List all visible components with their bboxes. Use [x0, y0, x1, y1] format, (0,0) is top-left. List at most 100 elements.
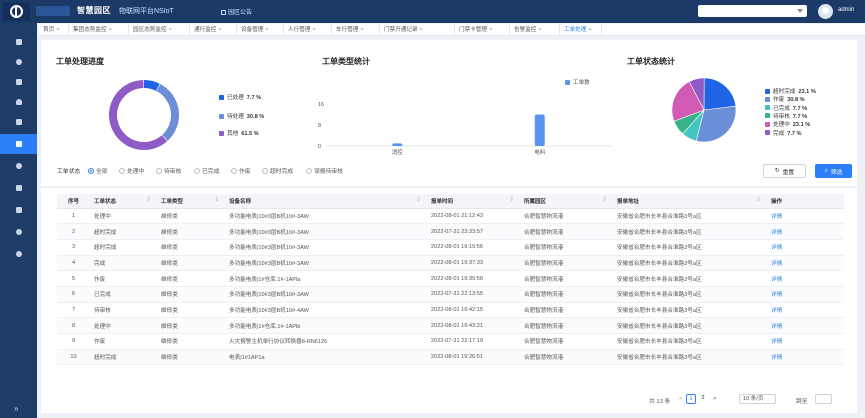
radio-processing[interactable]: 处理中	[119, 166, 144, 175]
radio-overdue[interactable]: 超时完成	[262, 166, 293, 175]
tab-home[interactable]: 首页 ×	[39, 24, 69, 36]
table-cell: 多功能电表|10#3层B机10#-3AW	[225, 286, 427, 303]
radio-pending-review[interactable]: 待审核	[156, 166, 181, 175]
pager-next[interactable]: >	[713, 396, 716, 402]
type-bar-chart: 16 8 0 消控 电料	[318, 102, 611, 156]
column-header[interactable]: 报单地址 ⇕	[613, 194, 767, 209]
close-icon[interactable]: ×	[420, 27, 423, 33]
sort-icon[interactable]: ⇕	[509, 197, 514, 203]
tab-pedestrian[interactable]: 人行管理 ×	[284, 24, 332, 36]
card-icon	[15, 185, 22, 191]
sidebar-item-favorite[interactable]	[0, 72, 37, 92]
sidebar-item-devices[interactable]	[0, 200, 37, 220]
detail-link[interactable]: 详情	[767, 239, 844, 256]
refresh-icon: ↻	[774, 168, 780, 174]
close-icon[interactable]: ×	[489, 27, 492, 33]
detail-link[interactable]: 详情	[767, 349, 844, 366]
sidebar-item-cards[interactable]	[0, 178, 37, 198]
close-icon[interactable]: ×	[218, 27, 221, 33]
legend-swatch	[765, 130, 770, 135]
pager-page-1[interactable]: 1	[686, 394, 696, 404]
tab-park-monitor[interactable]: 园区态势监控 ×	[129, 24, 190, 36]
tab-vehicle[interactable]: 车行管理 ×	[332, 24, 380, 36]
tab-label: 人行管理	[288, 27, 311, 33]
legend-label: 待审核	[773, 113, 790, 120]
table-body: 1 处理中 维修类 多功能电表|10#3层B机10#-3AW 2022-08-01 21…	[57, 208, 844, 366]
legend-swatch	[765, 121, 770, 127]
tab-traffic[interactable]: 通行监控 ×	[190, 24, 237, 36]
sort-icon[interactable]: ⇕	[756, 197, 761, 203]
search-icon: ⌕	[824, 167, 828, 174]
user-avatar[interactable]	[818, 4, 833, 19]
table-cell: 5	[57, 270, 90, 287]
close-icon[interactable]: ×	[588, 27, 591, 33]
column-header[interactable]: 报单时间 ⇕	[427, 194, 520, 209]
legend-value: 7.7 %	[792, 105, 808, 112]
pager-page-2[interactable]: 2	[698, 394, 708, 404]
detail-link[interactable]: 详情	[767, 333, 844, 350]
tab-workorder[interactable]: 工单处理 ×	[560, 24, 602, 36]
table-row: 8 处理中 维修类 多功能电表|1#仓库.1#-1APlb 2022-08-01 19:…	[57, 317, 844, 334]
detail-link[interactable]: 详情	[767, 255, 844, 272]
close-icon[interactable]: ×	[169, 27, 172, 33]
workorder-table: 序号 工单状态 ⇕ 工单类型 ⇕ 设备名称 ⇕ 报单时间 ⇕ 所属园区 ⇕ 报单地址 ⇕ 操作 1 处理中维…	[57, 194, 844, 366]
close-icon[interactable]: ×	[56, 27, 59, 33]
user-name[interactable]: admin	[838, 7, 854, 13]
column-header[interactable]: 工单类型 ⇕	[157, 194, 225, 209]
legend-item: 已完成 7.7 %	[765, 104, 807, 112]
notice-link[interactable]: 园区公告	[221, 7, 252, 16]
pager-jump-input[interactable]	[815, 394, 832, 404]
close-icon[interactable]: ×	[312, 27, 315, 33]
radio-void[interactable]: 作废	[231, 166, 251, 175]
star-icon	[15, 79, 22, 85]
tab-access-records[interactable]: 门禁开通记录 ×	[380, 24, 455, 36]
detail-link[interactable]: 详情	[767, 302, 844, 319]
park-select[interactable]	[698, 5, 807, 17]
table-cell: 7	[57, 302, 90, 319]
table-cell: 安徽省合肥市长丰县合淮路3号a区	[613, 223, 767, 240]
sidebar-item-system[interactable]	[0, 244, 37, 264]
tab-alarm[interactable]: 告警监控 ×	[510, 24, 560, 36]
radio-false-alarm[interactable]: 误报待审核	[306, 166, 343, 175]
detail-link[interactable]: 详情	[767, 208, 844, 225]
column-header[interactable]: 设备名称 ⇕	[225, 194, 427, 209]
radio-all[interactable]: 全部	[88, 166, 108, 175]
sidebar-item-dashboard[interactable]	[0, 32, 37, 52]
tab-label: 园区态势监控	[133, 27, 167, 33]
tab-access-cards[interactable]: 门禁卡管理 ×	[455, 24, 510, 36]
column-header[interactable]: 所属园区 ⇕	[520, 194, 613, 209]
detail-link[interactable]: 详情	[767, 270, 844, 287]
table-cell: 合肥智慧物流港	[520, 239, 613, 256]
close-icon[interactable]: ×	[360, 27, 363, 33]
sidebar-item-settings[interactable]	[0, 222, 37, 242]
sidebar-item-monitor[interactable]	[0, 156, 37, 176]
sort-icon[interactable]: ⇕	[602, 197, 607, 203]
close-icon[interactable]: ×	[109, 27, 112, 33]
sort-icon[interactable]: ⇕	[214, 197, 219, 203]
column-header[interactable]: 工单状态 ⇕	[90, 194, 157, 209]
close-icon[interactable]: ×	[538, 27, 541, 33]
sidebar-item-users[interactable]	[0, 92, 37, 112]
tab-group-monitor[interactable]: 集团态势监控 ×	[69, 24, 129, 36]
detail-link[interactable]: 详情	[767, 223, 844, 240]
table-cell: 合肥智慧物流港	[520, 270, 613, 287]
sidebar-item-stats[interactable]	[0, 52, 37, 72]
close-icon[interactable]: ×	[265, 27, 268, 33]
legend-item: 超时完成 23.1 %	[765, 87, 816, 95]
sort-icon[interactable]: ⇕	[146, 197, 151, 203]
pager-prev[interactable]: <	[679, 396, 682, 402]
donut-slice	[144, 80, 160, 91]
filter-button[interactable]: ⌕ 筛选	[815, 164, 852, 178]
table-cell: 多功能电表|10#3层B机10#-3AW	[225, 255, 427, 272]
sidebar-item-alerts[interactable]	[0, 112, 37, 132]
sidebar-item-workorder[interactable]	[0, 134, 37, 154]
detail-link[interactable]: 详情	[767, 286, 844, 303]
collapse-arrow-icon[interactable]: »	[14, 404, 18, 413]
radio-completed[interactable]: 已完成	[194, 166, 219, 175]
reset-button[interactable]: ↻ 重置	[763, 164, 806, 178]
tab-devices[interactable]: 设备管理 ×	[237, 24, 284, 36]
detail-link[interactable]: 详情	[767, 317, 844, 334]
page-size-select[interactable]: 10 条/页	[739, 394, 776, 404]
sort-icon[interactable]: ⇕	[416, 197, 421, 203]
legend-label: 处理中	[773, 122, 790, 129]
